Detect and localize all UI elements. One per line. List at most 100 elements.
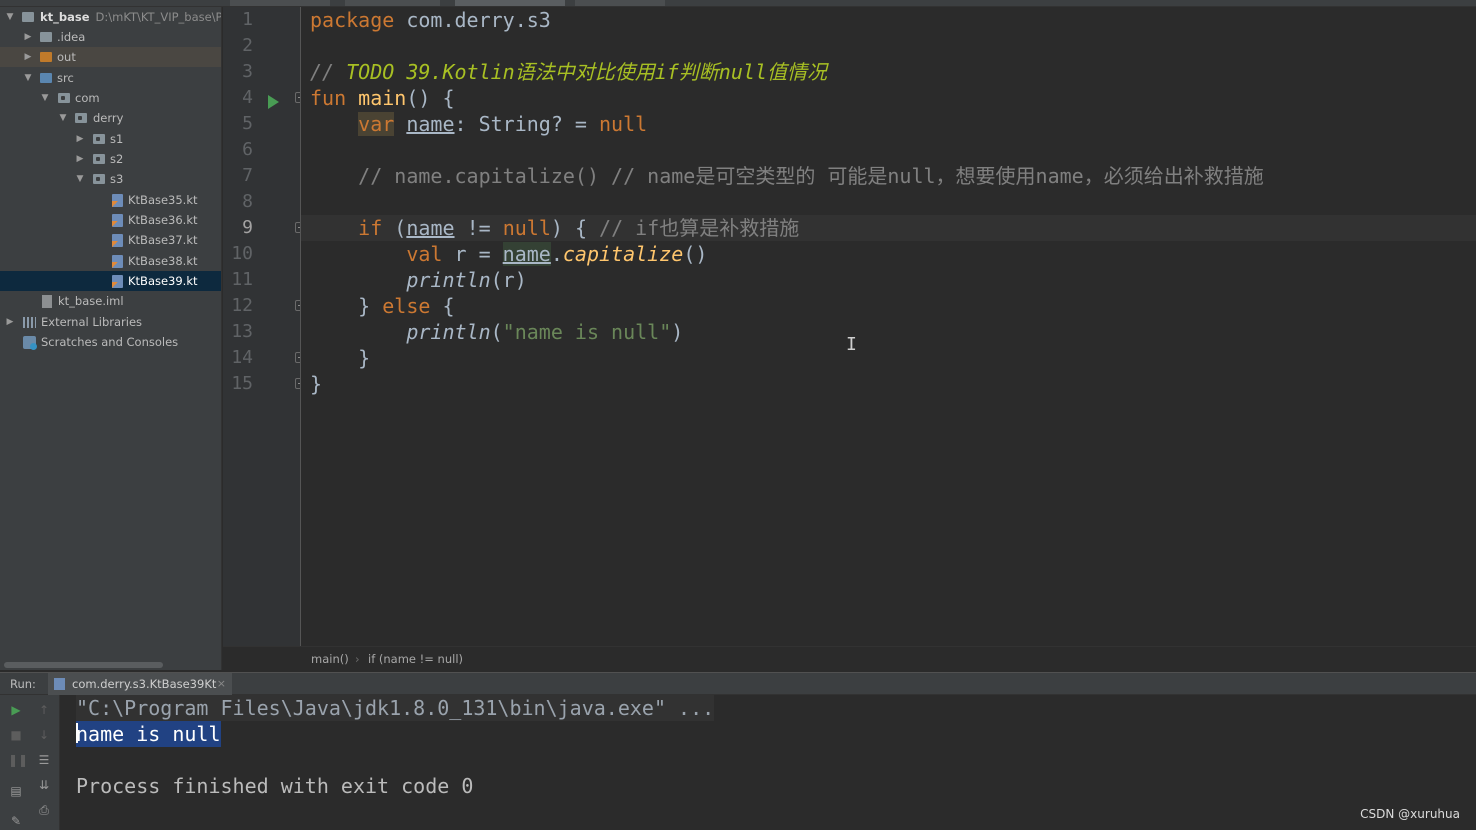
keyword: else bbox=[382, 294, 431, 318]
run-configuration-tab[interactable]: com.derry.s3.KtBase39Kt × bbox=[48, 673, 232, 695]
editor-tab[interactable] bbox=[230, 0, 330, 6]
collapse-arrow-icon[interactable]: ▶ bbox=[4, 312, 16, 332]
tree-item-file-selected[interactable]: KtBase39.kt bbox=[0, 271, 221, 291]
collapse-arrow-icon[interactable]: ▶ bbox=[22, 27, 34, 47]
breadcrumb-separator-icon: › bbox=[355, 652, 360, 666]
keyword: fun bbox=[310, 86, 347, 110]
up-arrow-icon[interactable]: ↑ bbox=[36, 702, 52, 718]
tree-item-file[interactable]: KtBase37.kt bbox=[0, 230, 221, 250]
keyword: val bbox=[406, 242, 443, 266]
tree-item-file[interactable]: KtBase36.kt bbox=[0, 210, 221, 230]
tree-item-com[interactable]: ▼ com bbox=[0, 88, 221, 108]
breadcrumb-item[interactable]: if (name != null) bbox=[368, 647, 463, 671]
line-number-current: 9 bbox=[242, 217, 253, 238]
project-tree: ▼ kt_base D:\mKT\KT_VIP_base\Pr ▶ .idea ▶… bbox=[0, 7, 222, 670]
tree-root-path: D:\mKT\KT_VIP_base\Pr bbox=[95, 10, 221, 24]
function-call: println bbox=[406, 268, 491, 292]
collapse-arrow-icon[interactable]: ▶ bbox=[22, 47, 34, 67]
expand-arrow-icon[interactable]: ▼ bbox=[4, 7, 16, 27]
run-console-output[interactable]: "C:\Program Files\Java\jdk1.8.0_131\bin\… bbox=[60, 695, 1476, 830]
pin-icon[interactable]: ✎ bbox=[8, 813, 24, 829]
rerun-icon[interactable]: ▶ bbox=[8, 702, 24, 718]
line-number: 3 bbox=[242, 61, 253, 82]
ide-window: ▼ kt_base D:\mKT\KT_VIP_base\Pr ▶ .idea ▶… bbox=[0, 0, 1476, 830]
code-text: } bbox=[358, 294, 383, 318]
pause-icon[interactable]: ❚❚ bbox=[8, 752, 28, 768]
collapse-arrow-icon[interactable]: ▶ bbox=[74, 129, 86, 149]
code-line-15: } bbox=[310, 371, 322, 397]
tree-root-label: kt_base bbox=[40, 10, 90, 24]
tree-item-root[interactable]: ▼ kt_base D:\mKT\KT_VIP_base\Pr bbox=[0, 7, 221, 27]
tree-item-file[interactable]: KtBase35.kt bbox=[0, 190, 221, 210]
tree-item-s2[interactable]: ▶ s2 bbox=[0, 149, 221, 169]
keyword: null bbox=[502, 216, 551, 240]
code-text: () bbox=[683, 242, 708, 266]
tree-item-label: s2 bbox=[110, 152, 124, 166]
tree-item-s1[interactable]: ▶ s1 bbox=[0, 129, 221, 149]
run-label: Run: bbox=[10, 677, 36, 691]
expand-arrow-icon[interactable]: ▼ bbox=[22, 68, 34, 88]
code-line-3: // TODO 39.Kotlin语法中对比使用if判断null值情况 bbox=[310, 59, 827, 85]
comment: // bbox=[310, 60, 347, 84]
code-editor[interactable]: package com.derry.s3 // TODO 39.Kotlin语法… bbox=[301, 7, 1476, 646]
expand-arrow-icon[interactable]: ▼ bbox=[57, 108, 69, 128]
tree-item-scratches[interactable]: Scratches and Consoles bbox=[0, 332, 221, 352]
function-call: capitalize bbox=[562, 242, 684, 266]
variable: name bbox=[406, 112, 455, 136]
code-text: (r) bbox=[490, 268, 527, 292]
tree-item-label: Scratches and Consoles bbox=[41, 335, 179, 349]
run-gutter-icon[interactable] bbox=[268, 95, 279, 109]
keyword: if bbox=[358, 216, 383, 240]
print-icon[interactable]: ⎙ bbox=[36, 802, 52, 818]
code-text: { bbox=[430, 294, 455, 318]
code-line-4: fun main() { bbox=[310, 85, 455, 111]
down-arrow-icon[interactable]: ↓ bbox=[36, 727, 52, 743]
editor-tab[interactable] bbox=[575, 0, 665, 6]
package-icon bbox=[93, 134, 105, 144]
layout-icon[interactable]: ▤ bbox=[8, 783, 24, 799]
line-number: 13 bbox=[231, 321, 253, 342]
code-text: } bbox=[358, 346, 371, 370]
tree-item-label: com bbox=[75, 91, 100, 105]
tree-item-s3[interactable]: ▼ s3 bbox=[0, 169, 221, 189]
tree-item-src[interactable]: ▼ src bbox=[0, 68, 221, 88]
breadcrumb-item[interactable]: main() bbox=[311, 647, 349, 671]
module-folder-icon bbox=[22, 12, 34, 22]
editor-tab-active[interactable] bbox=[455, 0, 565, 6]
tree-item-label: s3 bbox=[110, 172, 124, 186]
tree-item-file[interactable]: KtBase38.kt bbox=[0, 251, 221, 271]
console-exit-line: Process finished with exit code 0 bbox=[76, 774, 474, 798]
close-icon[interactable]: × bbox=[217, 673, 226, 695]
variable: name bbox=[502, 242, 551, 266]
horizontal-scrollbar[interactable] bbox=[4, 662, 163, 668]
stop-icon[interactable]: ■ bbox=[8, 727, 24, 743]
line-number: 8 bbox=[242, 191, 253, 212]
soft-wrap-icon[interactable]: ☰ bbox=[36, 752, 52, 768]
tree-item-derry[interactable]: ▼ derry bbox=[0, 108, 221, 128]
editor-breadcrumb: main() › if (name != null) bbox=[223, 646, 1476, 670]
run-tab-title: com.derry.s3.KtBase39Kt bbox=[72, 677, 217, 691]
code-text: ) bbox=[671, 320, 684, 344]
code-line-7: // name.capitalize() // name是可空类型的 可能是nu… bbox=[310, 163, 1264, 189]
expand-arrow-icon[interactable]: ▼ bbox=[74, 169, 86, 189]
tree-item-label: out bbox=[57, 50, 76, 64]
function-name: main bbox=[358, 86, 407, 110]
tree-item-idea[interactable]: ▶ .idea bbox=[0, 27, 221, 47]
line-number: 6 bbox=[242, 139, 253, 160]
line-number: 5 bbox=[242, 113, 253, 134]
tree-item-external-libraries[interactable]: ▶ External Libraries bbox=[0, 312, 221, 332]
tree-item-iml[interactable]: kt_base.iml bbox=[0, 291, 221, 311]
tree-item-label: External Libraries bbox=[41, 315, 143, 329]
scroll-to-end-icon[interactable]: ⇊ bbox=[36, 777, 52, 793]
tree-item-label: src bbox=[57, 71, 74, 85]
console-toolbar: ▶ ↑ ■ ↓ ❚❚ ☰ ⇊ ▤ ⎙ ✎ bbox=[0, 695, 60, 830]
collapse-arrow-icon[interactable]: ▶ bbox=[74, 149, 86, 169]
editor-tab[interactable] bbox=[345, 0, 440, 6]
editor-tab-strip bbox=[0, 0, 1476, 7]
code-line-11: println(r) bbox=[310, 267, 527, 293]
string-literal: "name is null" bbox=[502, 320, 672, 344]
expand-arrow-icon[interactable]: ▼ bbox=[39, 88, 51, 108]
line-number: 4 bbox=[242, 87, 253, 108]
code-text: r = bbox=[442, 242, 503, 266]
tree-item-out[interactable]: ▶ out bbox=[0, 47, 221, 67]
